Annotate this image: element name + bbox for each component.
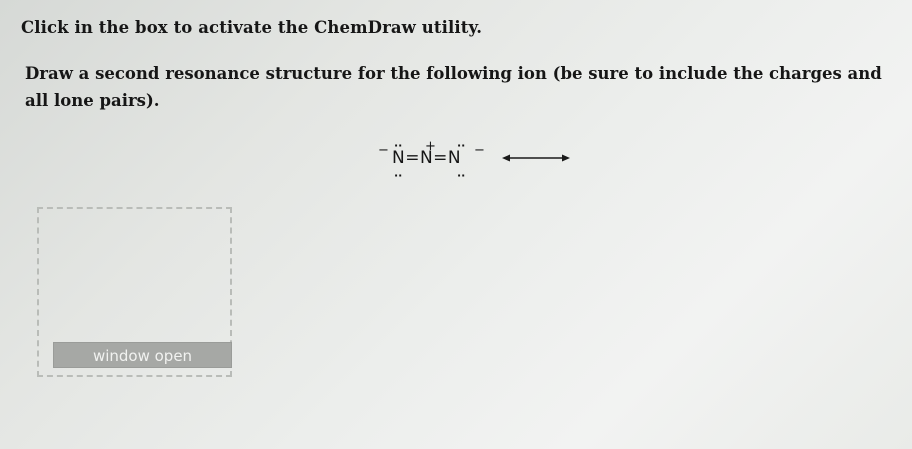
right-negative-charge: −: [474, 143, 485, 158]
azide-formula: N=N=N: [392, 148, 462, 168]
left-n-bottom-lone-pair: ··: [394, 169, 403, 182]
right-n-bottom-lone-pair: ··: [457, 169, 466, 182]
double-headed-arrow-icon: [502, 154, 570, 162]
left-negative-charge: −: [378, 143, 389, 158]
question-text: Draw a second resonance structure for th…: [25, 64, 882, 110]
window-open-button[interactable]: window open: [53, 342, 232, 368]
azide-structure: − ·· ·· + ·· ·· − N=N=N: [376, 136, 486, 182]
instruction-text: Click in the box to activate the ChemDra…: [21, 18, 483, 37]
